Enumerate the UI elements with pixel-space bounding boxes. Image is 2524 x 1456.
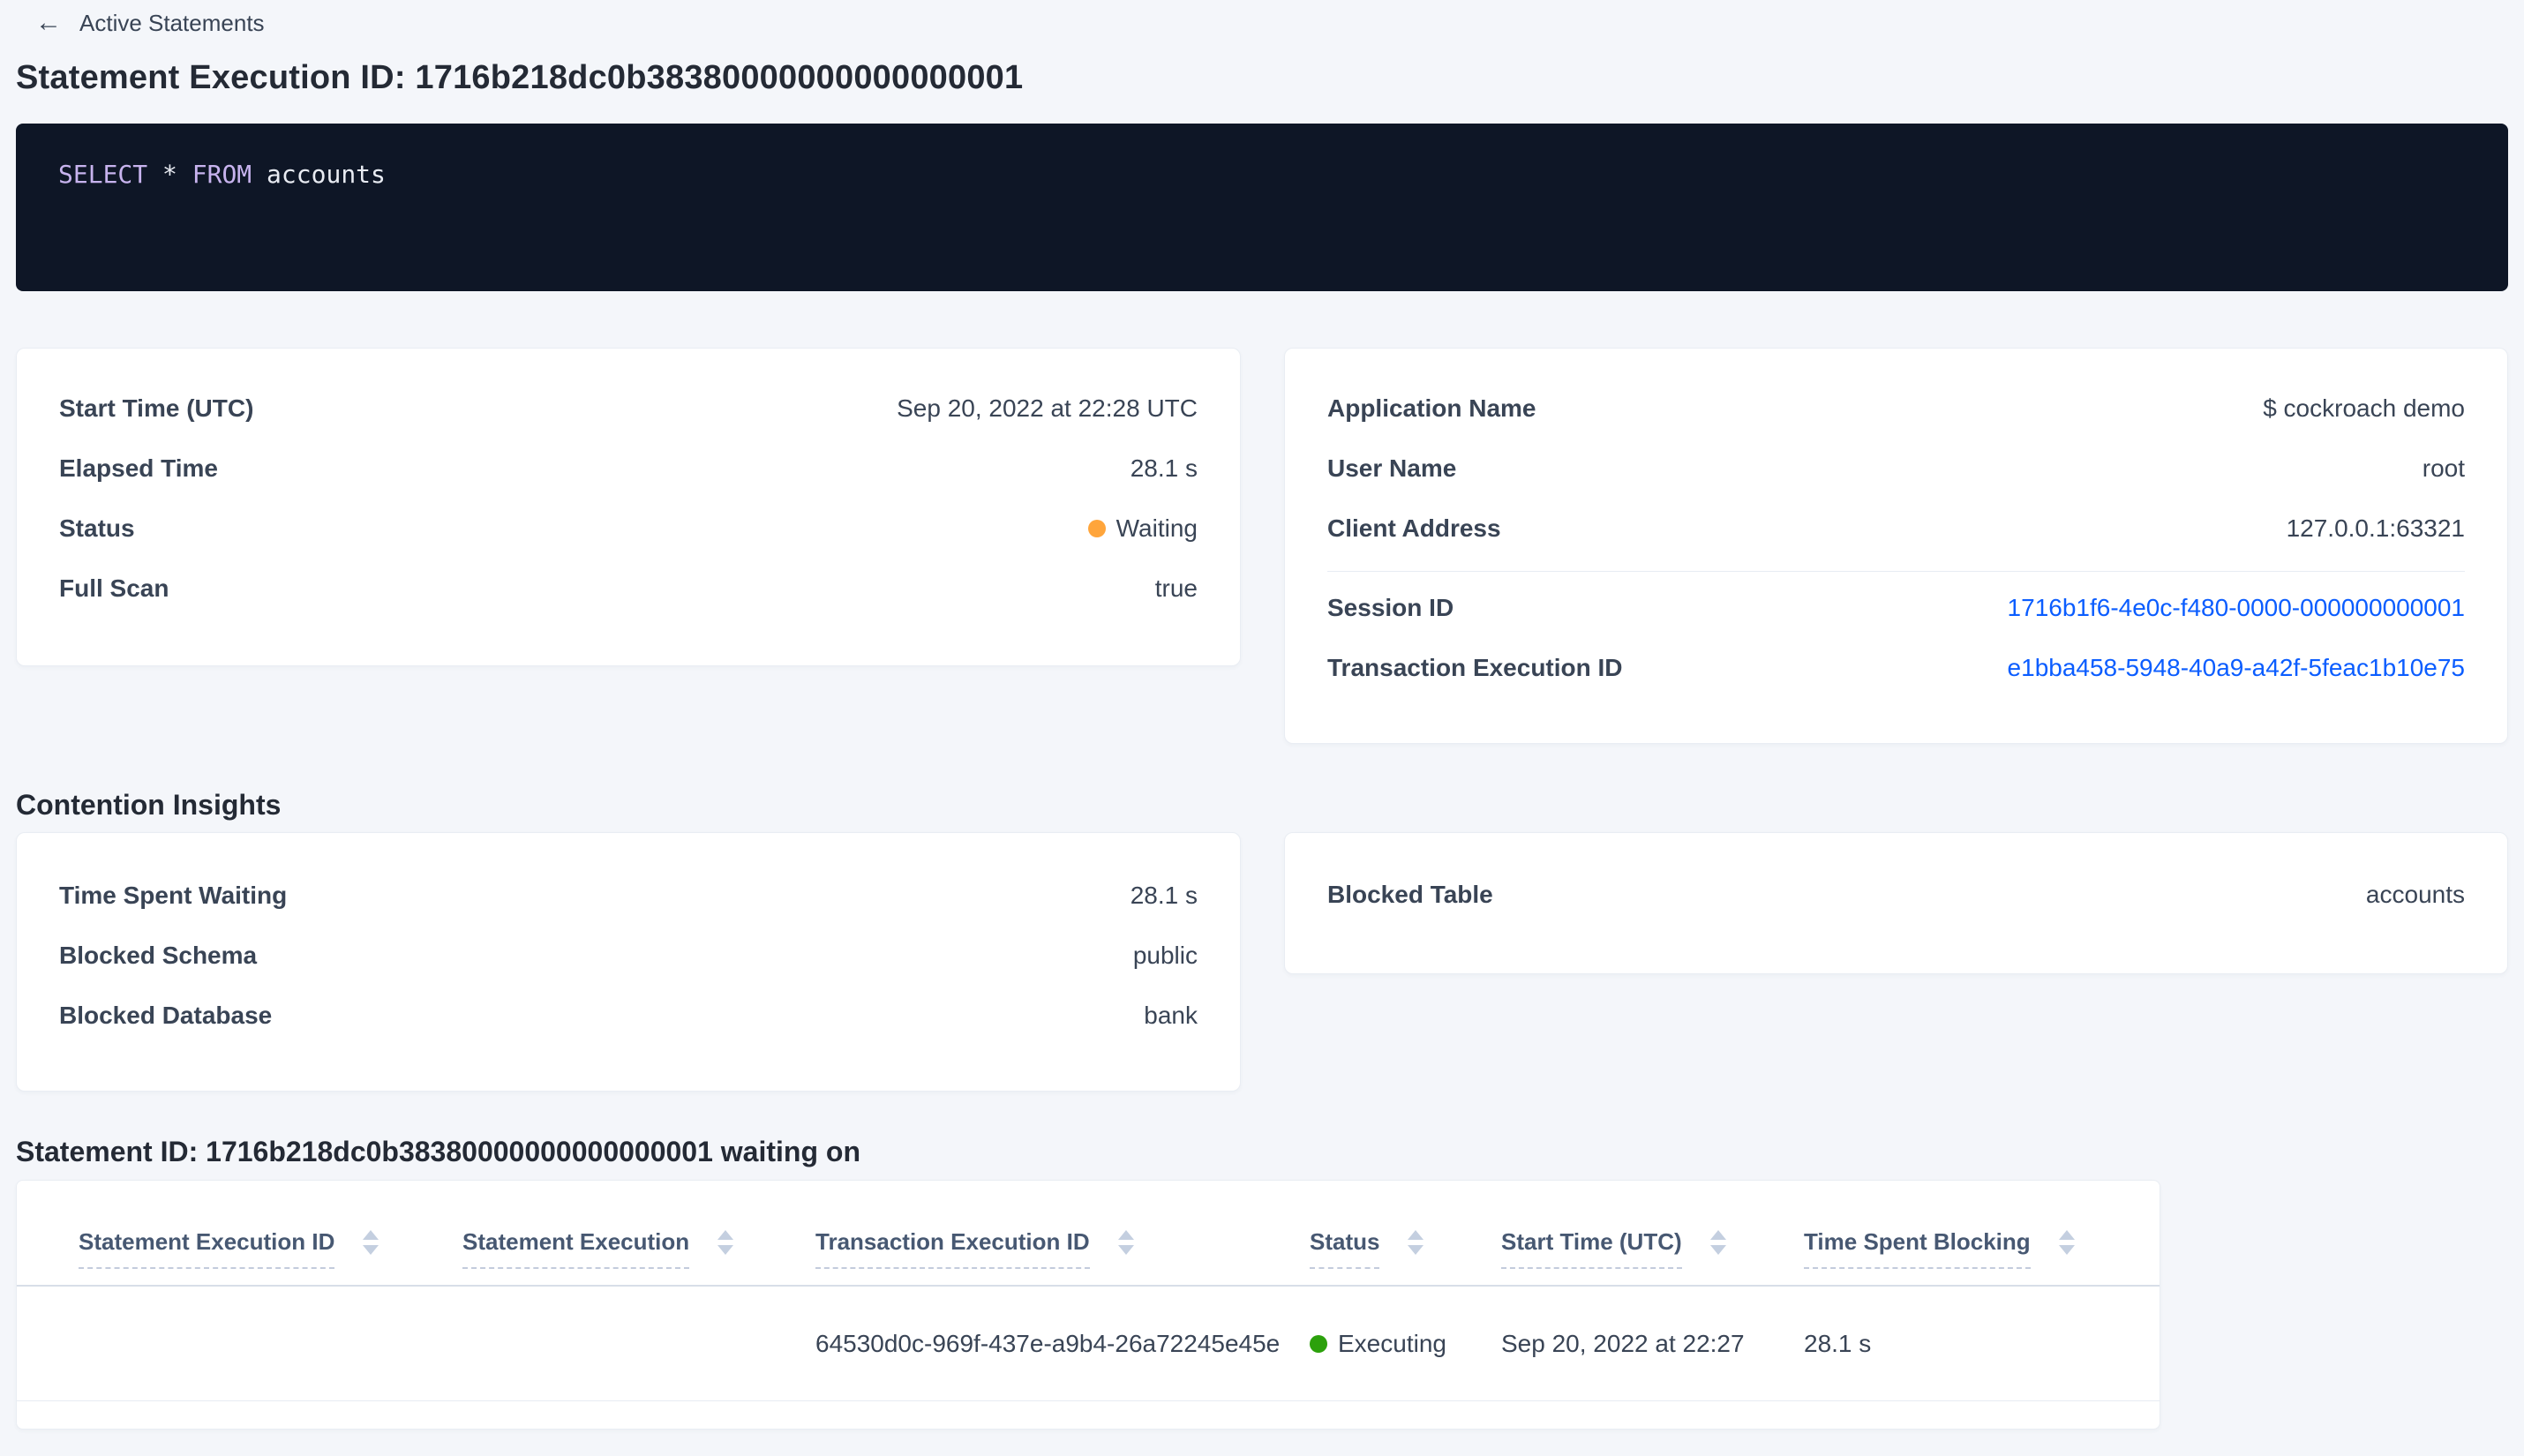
start-time-label: Start Time (UTC): [59, 394, 254, 422]
start-time-value: Sep 20, 2022 at 22:28 UTC: [897, 394, 1198, 422]
session-details-card: Application Name $ cockroach demo User N…: [1284, 348, 2508, 744]
column-header-label: Transaction Execution ID: [815, 1227, 1090, 1269]
sql-star-operator: *: [147, 160, 192, 189]
time-spent-waiting-row: Time Spent Waiting 28.1 s: [59, 878, 1198, 913]
column-header-label: Start Time (UTC): [1501, 1227, 1682, 1269]
session-id-row: Session ID 1716b1f6-4e0c-f480-0000-00000…: [1327, 590, 2465, 626]
application-name-value: $ cockroach demo: [2263, 394, 2465, 422]
sort-icon[interactable]: [2058, 1227, 2075, 1255]
sort-icon[interactable]: [1408, 1227, 1424, 1255]
sort-icon[interactable]: [717, 1227, 734, 1255]
table-row: 64530d0c-969f-437e-a9b4-26a72245e45e Exe…: [17, 1287, 2160, 1401]
table-header-row: Statement Execution ID Statement Executi…: [17, 1181, 2160, 1287]
user-name-label: User Name: [1327, 454, 1457, 482]
waiting-on-table: Statement Execution ID Statement Executi…: [16, 1180, 2160, 1430]
column-header-start-time[interactable]: Start Time (UTC): [1501, 1227, 1804, 1285]
sort-icon[interactable]: [363, 1227, 379, 1255]
column-header-label: Statement Execution ID: [79, 1227, 335, 1269]
waiting-on-heading: Statement ID: 1716b218dc0b38380000000000…: [16, 1136, 860, 1167]
full-scan-value: true: [1154, 574, 1198, 602]
column-header-transaction-execution-id[interactable]: Transaction Execution ID: [815, 1227, 1310, 1285]
status-row: Status Waiting: [59, 511, 1198, 546]
client-address-value: 127.0.0.1:63321: [2286, 514, 2465, 542]
column-header-statement-execution-id[interactable]: Statement Execution ID: [79, 1227, 462, 1285]
cell-start-time: Sep 20, 2022 at 22:27: [1501, 1329, 1745, 1357]
session-id-link[interactable]: 1716b1f6-4e0c-f480-0000-000000000001: [2008, 590, 2465, 626]
sql-statement-box: SELECT * FROM accounts: [16, 124, 2508, 291]
blocked-database-value: bank: [1144, 1002, 1198, 1029]
full-scan-label: Full Scan: [59, 574, 169, 602]
cell-time-spent-blocking: 28.1 s: [1804, 1329, 1872, 1357]
blocked-database-row: Blocked Database bank: [59, 998, 1198, 1033]
application-name-label: Application Name: [1327, 394, 1536, 422]
card-divider: [1327, 571, 2465, 572]
cell-transaction-execution-id: 64530d0c-969f-437e-a9b4-26a72245e45e: [815, 1329, 1281, 1357]
sql-keyword-from: FROM: [192, 160, 252, 189]
statement-details-card: Start Time (UTC) Sep 20, 2022 at 22:28 U…: [16, 348, 1241, 666]
user-name-row: User Name root: [1327, 451, 2465, 486]
page-root: ← Active Statements Statement Execution …: [0, 0, 2524, 1456]
elapsed-time-row: Elapsed Time 28.1 s: [59, 451, 1198, 486]
breadcrumb-label: Active Statements: [79, 10, 265, 36]
transaction-execution-id-row: Transaction Execution ID e1bba458-5948-4…: [1327, 650, 2465, 686]
sql-keyword-select: SELECT: [58, 160, 148, 189]
column-header-statement-execution[interactable]: Statement Execution: [462, 1227, 815, 1285]
blocked-table-row: Blocked Table accounts: [1327, 877, 2465, 912]
cell-status-text: Executing: [1338, 1329, 1446, 1357]
blocked-database-label: Blocked Database: [59, 1002, 273, 1029]
time-spent-waiting-value: 28.1 s: [1130, 882, 1198, 909]
contention-details-card: Time Spent Waiting 28.1 s Blocked Schema…: [16, 832, 1241, 1092]
sort-icon[interactable]: [1709, 1227, 1726, 1255]
full-scan-row: Full Scan true: [59, 571, 1198, 606]
client-address-label: Client Address: [1327, 514, 1501, 542]
column-header-status[interactable]: Status: [1310, 1227, 1501, 1285]
back-arrow-icon: ←: [35, 8, 62, 37]
session-id-label: Session ID: [1327, 594, 1454, 621]
sort-icon[interactable]: [1117, 1227, 1134, 1255]
column-header-label: Statement Execution: [462, 1227, 690, 1269]
blocked-schema-row: Blocked Schema public: [59, 938, 1198, 973]
status-text: Waiting: [1116, 514, 1198, 542]
contention-insights-heading: Contention Insights: [16, 789, 282, 821]
blocked-table-value: accounts: [2365, 881, 2465, 908]
user-name-value: root: [2422, 454, 2465, 482]
transaction-execution-id-link[interactable]: e1bba458-5948-40a9-a42f-5feac1b10e75: [2008, 650, 2465, 686]
contention-cards-row: Time Spent Waiting 28.1 s Blocked Schema…: [16, 832, 2508, 1092]
column-header-time-spent-blocking[interactable]: Time Spent Blocking: [1804, 1227, 2160, 1285]
sql-table-name: accounts: [252, 160, 386, 189]
application-name-row: Application Name $ cockroach demo: [1327, 391, 2465, 426]
column-header-label: Status: [1310, 1227, 1380, 1269]
blocked-table-label: Blocked Table: [1327, 881, 1493, 908]
blocked-schema-value: public: [1132, 942, 1198, 969]
blocked-schema-label: Blocked Schema: [59, 942, 258, 969]
breadcrumb-back-link[interactable]: ← Active Statements: [35, 0, 265, 39]
executing-status-dot-icon: [1310, 1334, 1327, 1353]
start-time-row: Start Time (UTC) Sep 20, 2022 at 22:28 U…: [59, 391, 1198, 426]
blocked-table-card: Blocked Table accounts: [1284, 832, 2508, 974]
page-title: Statement Execution ID: 1716b218dc0b3838…: [16, 59, 1024, 96]
elapsed-time-value: 28.1 s: [1130, 454, 1198, 482]
transaction-execution-id-label: Transaction Execution ID: [1327, 654, 1623, 681]
status-label: Status: [59, 514, 135, 542]
column-header-label: Time Spent Blocking: [1804, 1227, 2031, 1269]
elapsed-time-label: Elapsed Time: [59, 454, 219, 482]
status-value: Waiting: [1087, 511, 1198, 546]
sql-statement-text: SELECT * FROM accounts: [58, 160, 386, 189]
details-cards-row: Start Time (UTC) Sep 20, 2022 at 22:28 U…: [16, 348, 2508, 744]
time-spent-waiting-label: Time Spent Waiting: [59, 882, 288, 909]
client-address-row: Client Address 127.0.0.1:63321: [1327, 511, 2465, 546]
cell-status: Executing: [1310, 1330, 1501, 1358]
waiting-status-dot-icon: [1087, 520, 1106, 537]
